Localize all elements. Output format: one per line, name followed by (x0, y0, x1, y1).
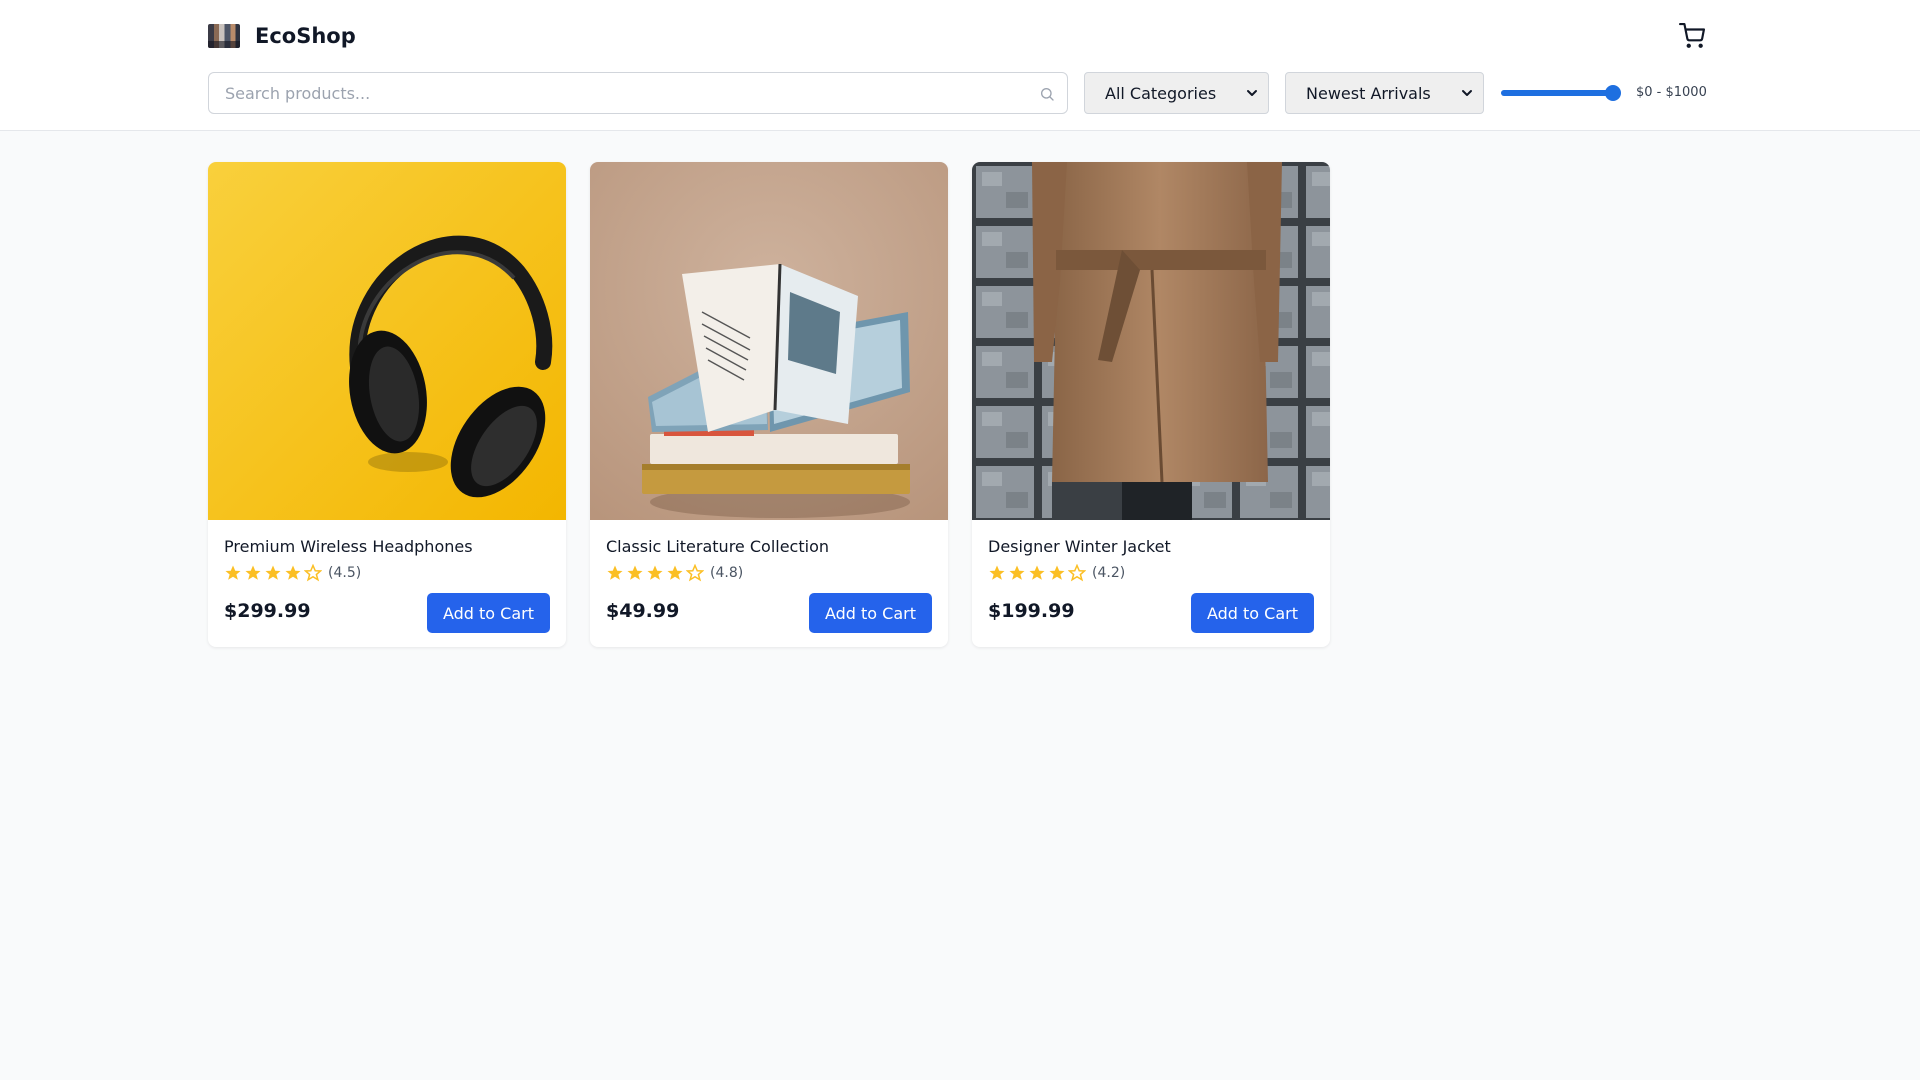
product-price: $299.99 (224, 600, 311, 622)
star-filled-icon (285, 565, 301, 580)
sort-select[interactable]: Newest Arrivals (1285, 72, 1484, 114)
product-card: Designer Winter Jacket (4.2) $199.99 Add… (972, 162, 1330, 647)
product-price: $199.99 (988, 600, 1075, 622)
product-image-books[interactable] (590, 162, 948, 520)
rating-value: (4.8) (710, 565, 744, 581)
product-card: Premium Wireless Headphones (4.5) $299.9… (208, 162, 566, 647)
star-filled-icon (627, 565, 643, 580)
category-select-value: All Categories (1105, 83, 1217, 103)
product-rating: (4.2) (988, 563, 1125, 583)
add-to-cart-button[interactable]: Add to Cart (1191, 593, 1314, 633)
product-image-headphones[interactable] (208, 162, 566, 520)
slider-thumb[interactable] (1605, 85, 1621, 101)
price-range-slider[interactable] (1501, 84, 1621, 102)
search-box (208, 72, 1068, 114)
star-filled-icon (265, 565, 281, 580)
product-rating: (4.5) (224, 563, 361, 583)
star-filled-icon (667, 565, 683, 580)
shopping-cart-icon (1679, 23, 1705, 48)
top-header: EcoShop All Categories Newest Arrivals $… (0, 0, 1920, 131)
star-filled-icon (647, 565, 663, 580)
search-input[interactable] (209, 73, 1067, 113)
star-filled-icon (1029, 565, 1045, 580)
star-outline-icon (1068, 564, 1086, 582)
star-filled-icon (607, 565, 623, 580)
product-title[interactable]: Premium Wireless Headphones (224, 537, 473, 556)
brand[interactable]: EcoShop (208, 24, 356, 48)
star-outline-icon (304, 564, 322, 582)
star-filled-icon (245, 565, 261, 580)
product-title[interactable]: Classic Literature Collection (606, 537, 829, 556)
star-filled-icon (225, 565, 241, 580)
add-to-cart-button[interactable]: Add to Cart (427, 593, 550, 633)
star-filled-icon (989, 565, 1005, 580)
price-range-label: $0 - $1000 (1636, 85, 1707, 100)
add-to-cart-button[interactable]: Add to Cart (809, 593, 932, 633)
product-rating: (4.8) (606, 563, 743, 583)
rating-value: (4.5) (328, 565, 362, 581)
slider-fill (1501, 90, 1613, 96)
star-filled-icon (1049, 565, 1065, 580)
sort-select-value: Newest Arrivals (1306, 83, 1431, 103)
product-card: Classic Literature Collection (4.8) $49.… (590, 162, 948, 647)
product-price: $49.99 (606, 600, 680, 622)
store-logo-icon (208, 24, 240, 48)
cart-button[interactable] (1678, 22, 1706, 50)
star-outline-icon (686, 564, 704, 582)
chevron-down-icon (1462, 90, 1472, 96)
brand-name: EcoShop (255, 24, 356, 48)
star-filled-icon (1009, 565, 1025, 580)
product-title[interactable]: Designer Winter Jacket (988, 537, 1171, 556)
chevron-down-icon (1247, 90, 1257, 96)
product-image-coat[interactable] (972, 162, 1330, 520)
search-icon (1041, 88, 1054, 101)
category-select[interactable]: All Categories (1084, 72, 1269, 114)
rating-value: (4.2) (1092, 565, 1126, 581)
